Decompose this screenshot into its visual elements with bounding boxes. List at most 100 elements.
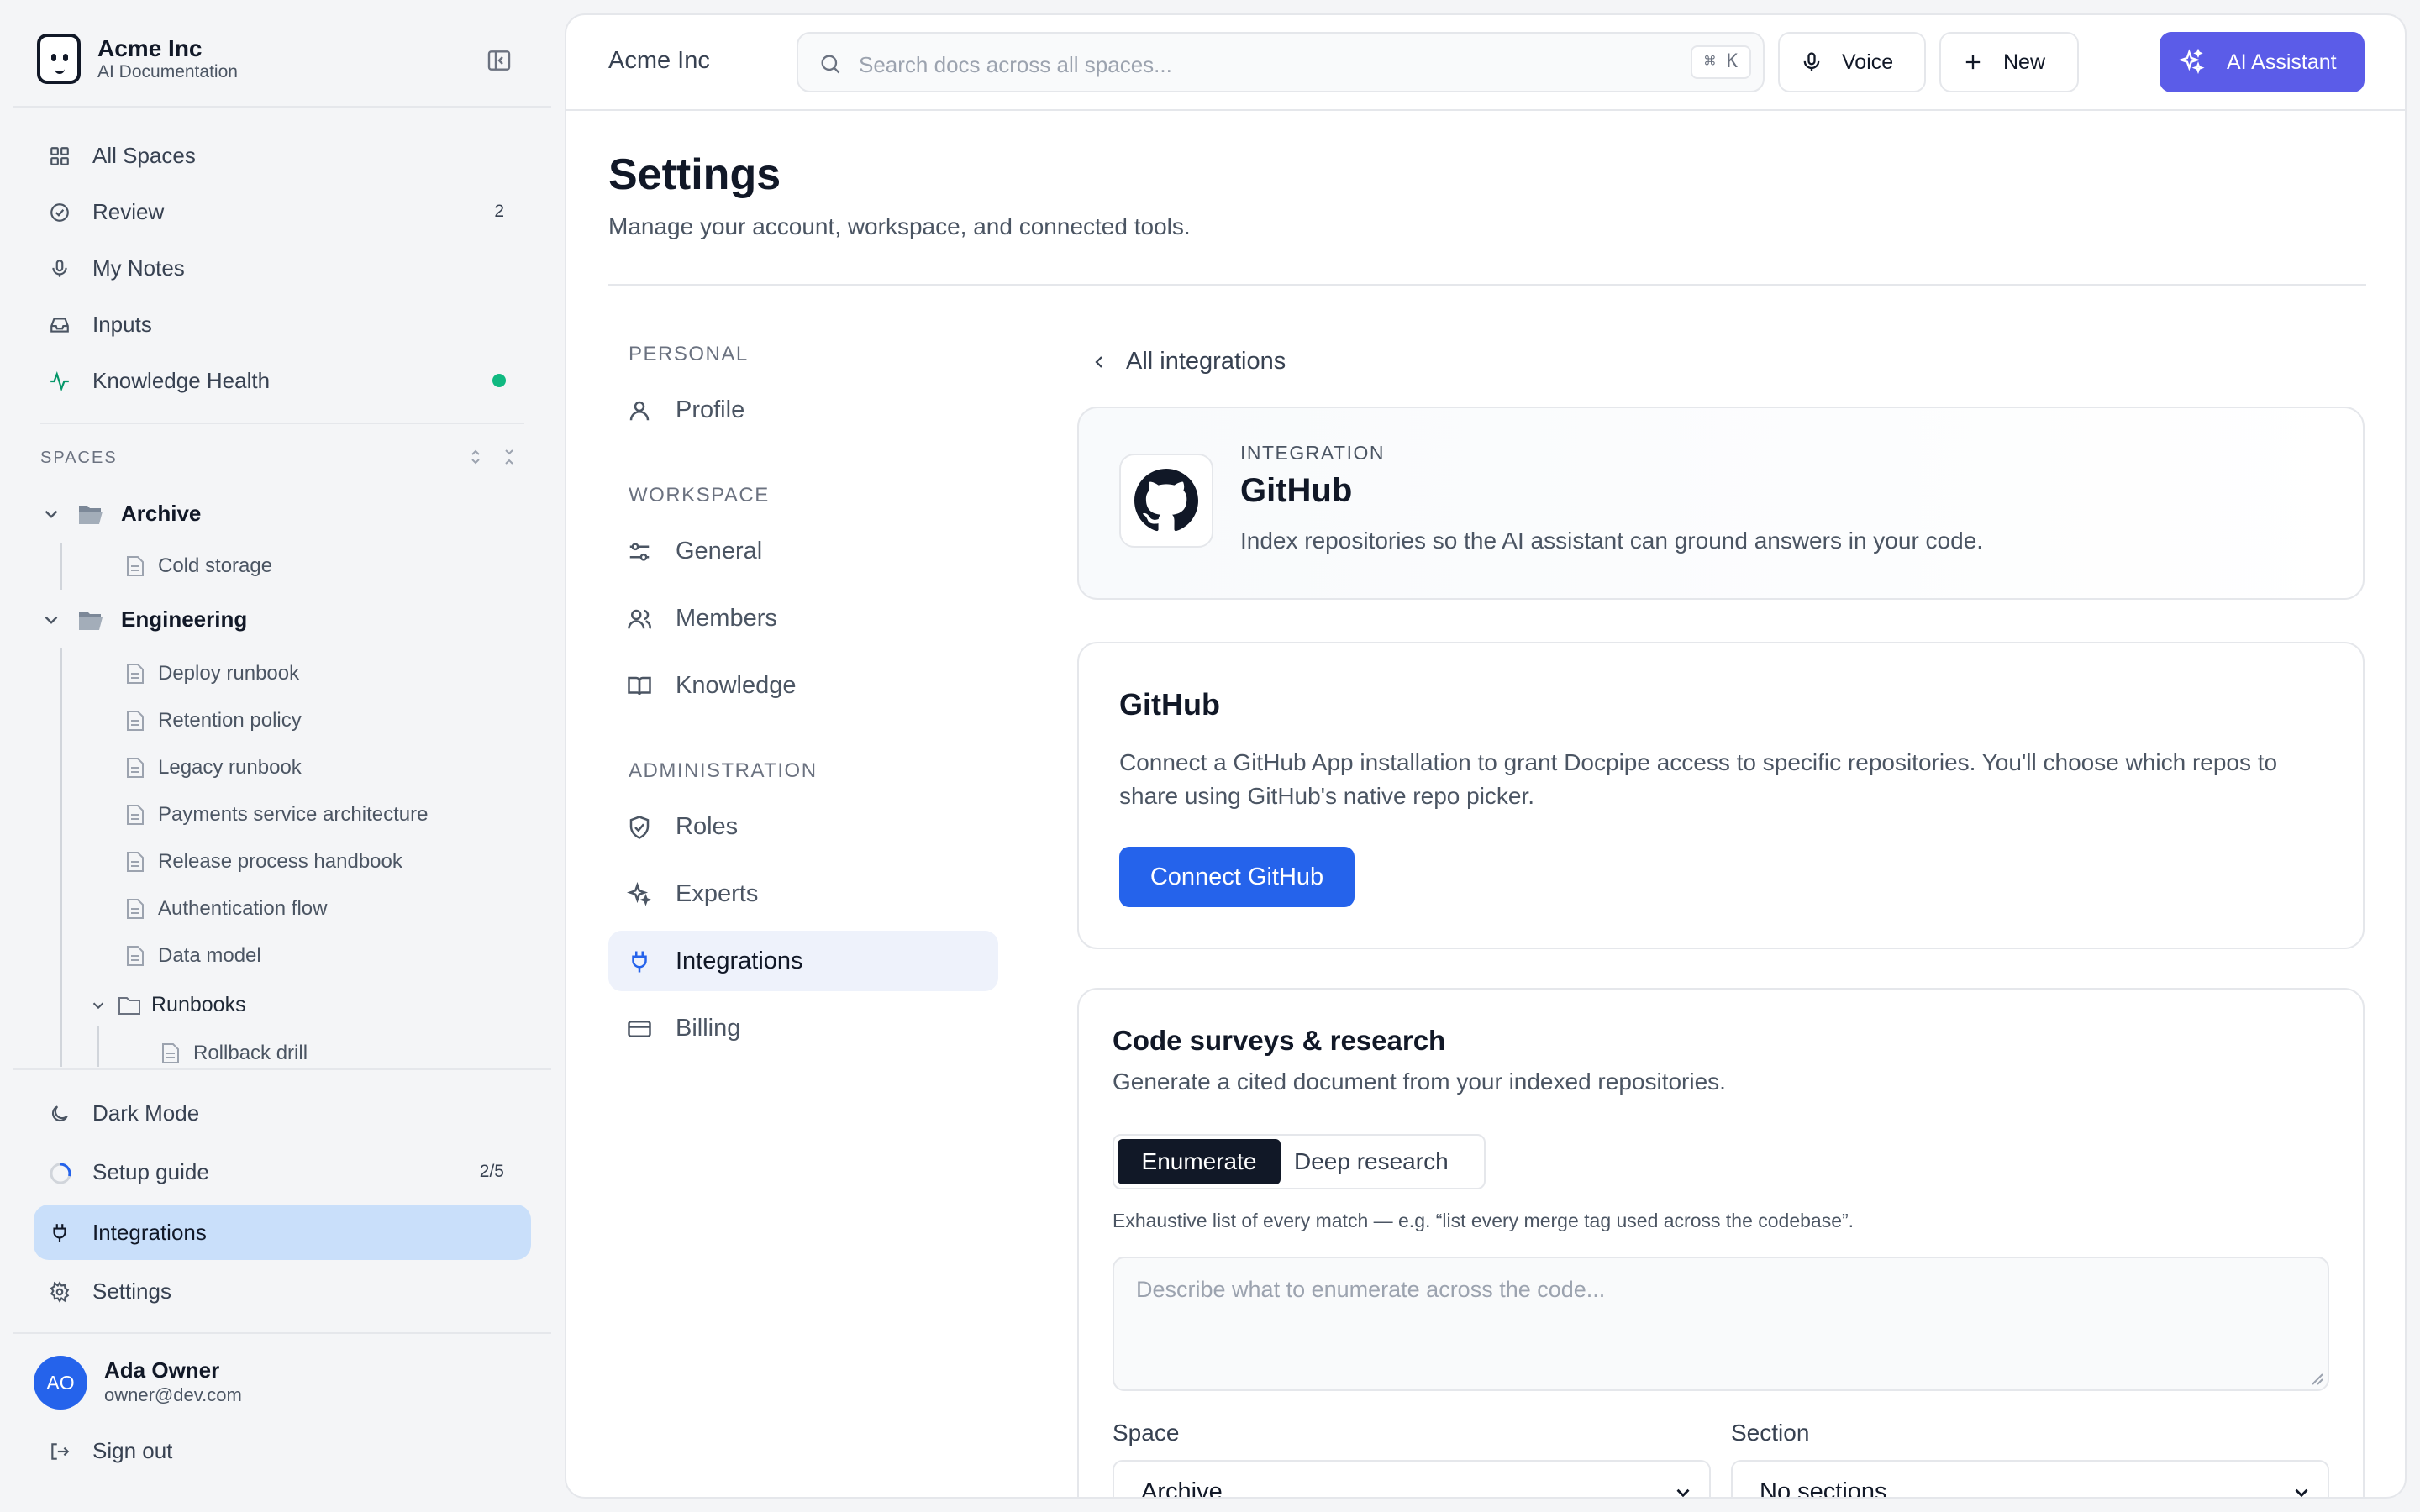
plug-icon [627, 949, 652, 974]
tree-folder-archive[interactable]: Archive [40, 501, 201, 527]
nav-settings[interactable]: Settings [34, 1263, 531, 1319]
section-label: Section [1731, 1420, 1810, 1446]
nav-inputs[interactable]: Inputs [34, 297, 531, 352]
settings-nav-integrations[interactable]: Integrations [608, 931, 998, 991]
search-placeholder: Search docs across all spaces... [859, 52, 1172, 77]
settings-nav-roles[interactable]: Roles [608, 796, 998, 857]
nav-label: Knowledge Health [92, 367, 271, 393]
nav-label: My Notes [92, 255, 185, 281]
settings-nav-label: Members [676, 605, 777, 632]
nav-setup-guide[interactable]: Setup guide 2/5 [34, 1144, 531, 1200]
folder-open-icon [77, 608, 104, 632]
space-select-value: Archive [1141, 1478, 1223, 1499]
section-select[interactable]: No sections [1731, 1460, 2329, 1497]
github-logo-icon [1119, 454, 1213, 548]
tree-folder-engineering[interactable]: Engineering [40, 606, 247, 633]
mic-icon [1800, 50, 1823, 74]
tree-doc-item[interactable]: Data model [126, 944, 261, 968]
survey-title: Code surveys & research [1113, 1025, 1446, 1056]
setup-progress: 2/5 [479, 1162, 504, 1181]
logo-icon [37, 34, 81, 84]
space-select[interactable]: Archive [1113, 1460, 1711, 1499]
progress-ring-icon [49, 1162, 71, 1184]
review-count: 2 [494, 202, 504, 221]
tree-doc-item[interactable]: Retention policy [126, 709, 302, 732]
voice-button[interactable]: Voice [1778, 32, 1926, 92]
grid-icon [49, 145, 71, 167]
logout-icon [49, 1441, 71, 1462]
nav-review[interactable]: Review 2 [34, 184, 531, 239]
mic-icon [49, 258, 71, 280]
tree-doc-item[interactable]: Deploy runbook [126, 662, 299, 685]
tab-deep-research[interactable]: Deep research [1294, 1139, 1449, 1184]
nav-all-spaces[interactable]: All Spaces [34, 128, 531, 183]
brand[interactable]: Acme Inc AI Documentation [37, 34, 238, 84]
code-survey-card: Code surveys & research Generate a cited… [1077, 988, 2365, 1499]
tree-doc-cold-storage[interactable]: Cold storage [126, 554, 272, 578]
settings-nav-label: General [676, 538, 763, 564]
nav-dark-mode[interactable]: Dark Mode [34, 1085, 531, 1141]
doc-label: Legacy runbook [158, 756, 302, 779]
avatar[interactable]: AO [34, 1356, 87, 1410]
tree-doc-item[interactable]: Payments service architecture [126, 803, 428, 827]
user-icon [627, 398, 652, 423]
sidebar-collapse-icon[interactable] [486, 47, 513, 74]
file-icon [126, 555, 145, 577]
file-icon [126, 663, 145, 685]
back-to-integrations-link[interactable]: All integrations [1089, 348, 1286, 375]
settings-nav-label: Roles [676, 813, 739, 840]
nav-integrations[interactable]: Integrations [34, 1205, 531, 1260]
nav-knowledge-health[interactable]: Knowledge Health [34, 353, 531, 408]
resize-handle-icon[interactable] [2309, 1371, 2324, 1386]
sparkles-icon [2178, 49, 2205, 76]
signout-button[interactable]: Sign out [34, 1423, 531, 1478]
settings-nav-label: Billing [676, 1015, 741, 1042]
space-label: Space [1113, 1420, 1180, 1446]
page-title: Settings [608, 150, 781, 199]
search-input[interactable]: Search docs across all spaces... ⌘ K [797, 32, 1765, 92]
tab-enumerate[interactable]: Enumerate [1118, 1139, 1281, 1184]
tree-doc-rollback-drill[interactable]: Rollback drill [161, 1042, 308, 1065]
moon-icon [49, 1103, 71, 1125]
workspace-title: Acme Inc [608, 47, 710, 74]
new-button[interactable]: New [1939, 32, 2079, 92]
expand-all-icon[interactable] [466, 447, 486, 467]
tree-doc-item[interactable]: Authentication flow [126, 897, 327, 921]
nav-label: Dark Mode [92, 1100, 200, 1126]
folder-open-icon [77, 502, 104, 526]
settings-nav-members[interactable]: Members [608, 588, 998, 648]
nav-label: Setup guide [92, 1158, 209, 1184]
shield-check-icon [627, 815, 652, 840]
chevron-down-icon [40, 503, 62, 525]
brand-subtitle: AI Documentation [97, 62, 238, 81]
sidebar: Acme Inc AI Documentation All Spaces Rev… [0, 0, 565, 1512]
book-open-icon [627, 674, 652, 699]
tree-doc-item[interactable]: Legacy runbook [126, 756, 302, 780]
health-status-dot [492, 374, 506, 387]
sparkles-icon [627, 882, 652, 907]
collapse-all-icon[interactable] [499, 447, 519, 467]
settings-nav-experts[interactable]: Experts [608, 864, 998, 924]
main-panel: Acme Inc Search docs across all spaces..… [565, 13, 2407, 1499]
credit-card-icon [627, 1016, 652, 1042]
spaces-heading: SPACES [40, 449, 118, 467]
plug-icon [49, 1222, 71, 1244]
file-icon [126, 710, 145, 732]
chevron-left-icon [1089, 352, 1109, 372]
nav-label: Review [92, 198, 165, 224]
ai-assistant-button[interactable]: AI Assistant [2160, 32, 2365, 92]
nav-my-notes[interactable]: My Notes [34, 240, 531, 296]
file-icon [126, 945, 145, 967]
settings-nav-billing[interactable]: Billing [608, 998, 998, 1058]
tree-folder-runbooks[interactable]: Runbooks [89, 993, 246, 1017]
survey-query-textarea[interactable]: Describe what to enumerate across the co… [1113, 1257, 2329, 1391]
connect-github-button[interactable]: Connect GitHub [1119, 847, 1355, 907]
users-icon [627, 606, 652, 632]
connect-card-body: Connect a GitHub App installation to gra… [1119, 749, 2278, 809]
settings-nav-knowledge[interactable]: Knowledge [608, 655, 998, 716]
settings-nav-profile[interactable]: Profile [608, 380, 998, 440]
check-circle-icon [49, 202, 71, 223]
folder-label: Archive [121, 501, 202, 526]
tree-doc-item[interactable]: Release process handbook [126, 850, 402, 874]
settings-nav-general[interactable]: General [608, 521, 998, 581]
